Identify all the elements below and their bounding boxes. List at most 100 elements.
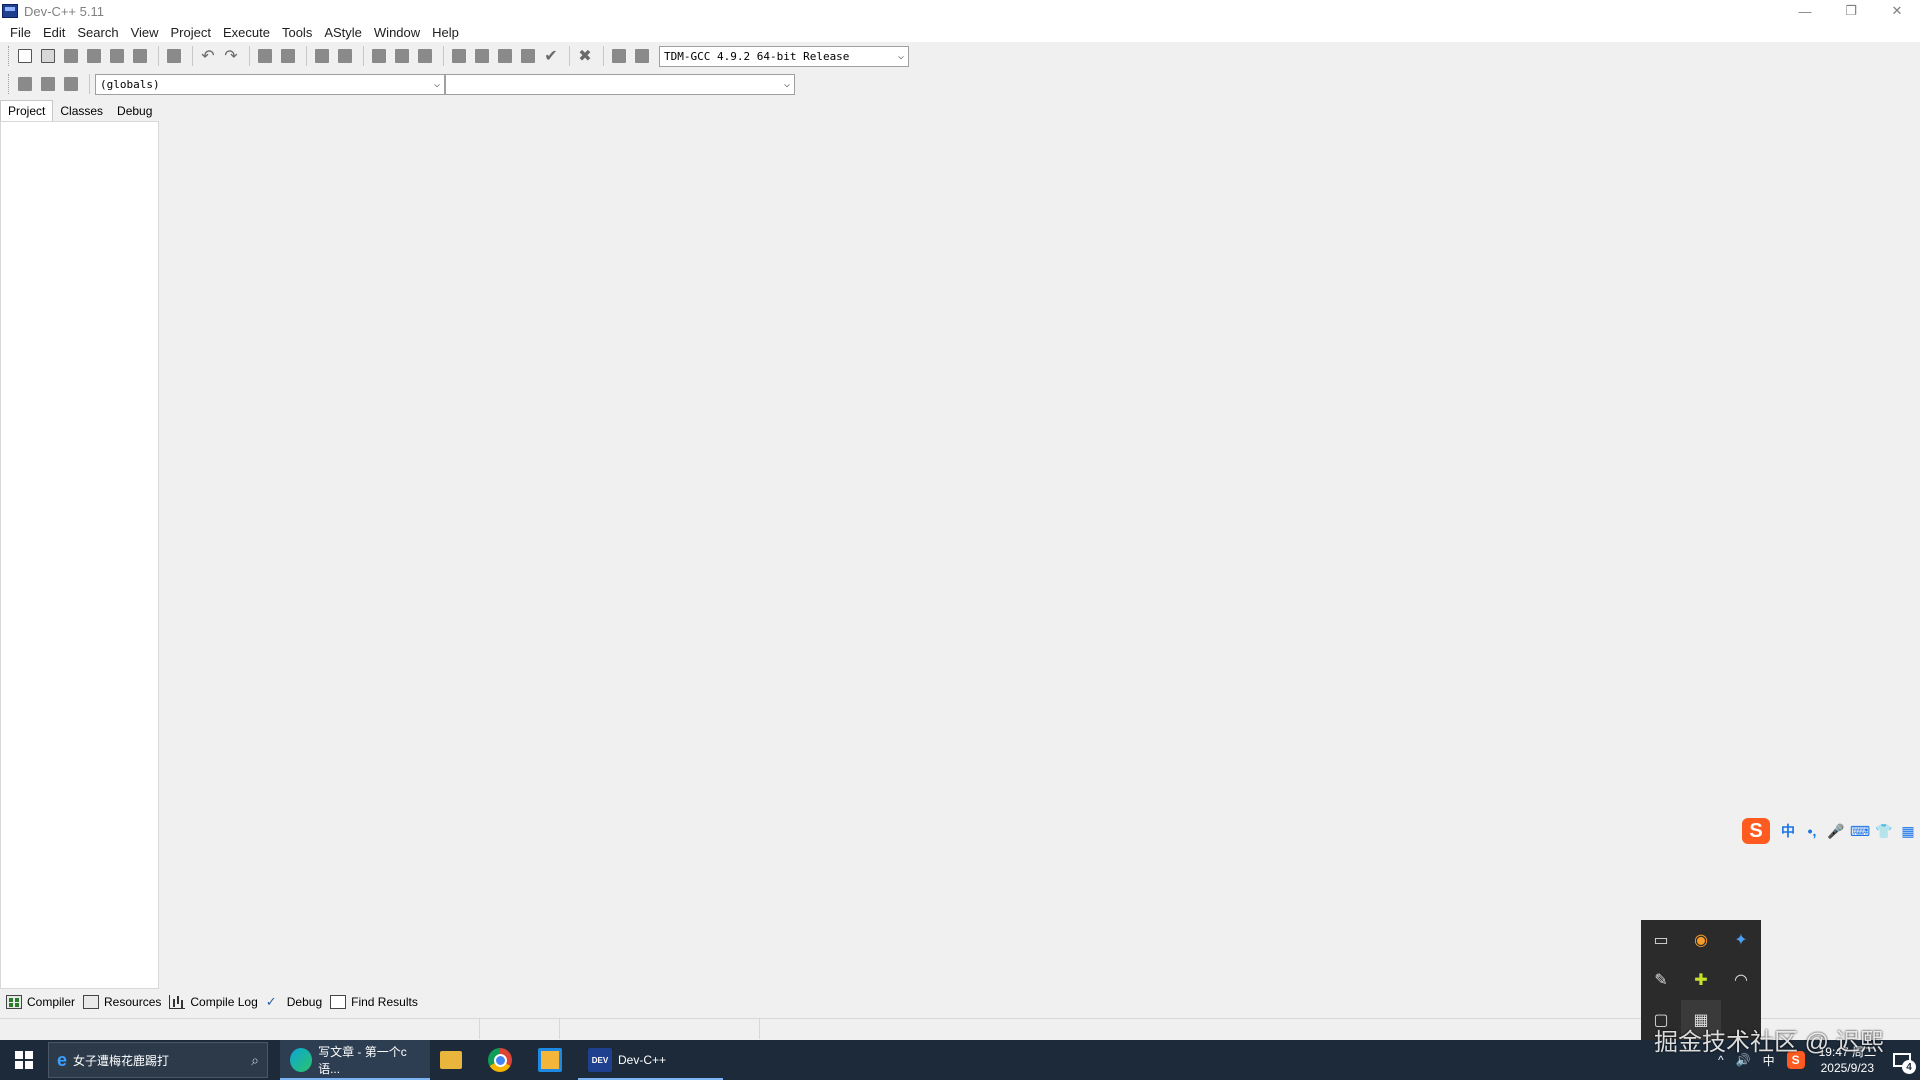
restore-button[interactable]: ❐ — [1828, 0, 1874, 22]
goto-bookmark-button[interactable] — [61, 74, 81, 94]
toolbar-separator — [363, 46, 364, 66]
menu-tools[interactable]: Tools — [276, 25, 318, 40]
save-all-button[interactable] — [84, 46, 104, 66]
status-cell — [560, 1019, 760, 1039]
menu-project[interactable]: Project — [165, 25, 217, 40]
stop-execution-icon[interactable]: ✖ — [575, 46, 595, 66]
globals-combo[interactable]: (globals) ⌵ — [95, 73, 445, 95]
redo-icon[interactable]: ↷ — [221, 46, 241, 66]
tab-classes[interactable]: Classes — [53, 101, 110, 121]
save-all-icon — [87, 49, 101, 63]
monitor-icon[interactable]: ▭ — [1641, 920, 1681, 960]
tab-compiler[interactable]: Compiler — [4, 995, 81, 1009]
rebuild-all-icon — [521, 49, 535, 63]
ime-punctuation-icon[interactable]: •, — [1800, 819, 1824, 843]
clock-date: 2025/9/23 — [1820, 1061, 1874, 1075]
fox-app-icon[interactable]: ◉ — [1681, 920, 1721, 960]
windows-logo-icon — [15, 1051, 33, 1069]
unindent-button[interactable] — [369, 46, 389, 66]
wifi-icon[interactable]: ◠ — [1721, 960, 1761, 1000]
close-button[interactable]: ✕ — [1874, 0, 1920, 22]
taskbar: e 女子遭梅花鹿踢打 ⌕ 写文章 - 第一个c语... DEV Dev-C++ … — [0, 1040, 1920, 1080]
ime-microphone-icon[interactable]: 🎤 — [1824, 819, 1848, 843]
menu-execute[interactable]: Execute — [217, 25, 276, 40]
start-button[interactable] — [0, 1040, 48, 1080]
tab-resources[interactable]: Resources — [81, 995, 167, 1009]
compile-run-button[interactable] — [495, 46, 515, 66]
class-toolbar: (globals) ⌵ ⌵ — [8, 72, 798, 96]
tab-compile-log[interactable]: Compile Log — [167, 995, 263, 1009]
menu-help[interactable]: Help — [426, 25, 465, 40]
menu-window[interactable]: Window — [368, 25, 426, 40]
find-next-button[interactable] — [312, 46, 332, 66]
close-all-icon — [133, 49, 147, 63]
profile-button[interactable] — [609, 46, 629, 66]
folder-icon — [440, 1051, 462, 1069]
menu-search[interactable]: Search — [71, 25, 124, 40]
new-file-icon — [18, 49, 32, 63]
comment-button[interactable] — [415, 46, 435, 66]
delete-profile-icon — [635, 49, 649, 63]
save-button[interactable] — [61, 46, 81, 66]
tab-debug-output-label: Debug — [286, 995, 323, 1009]
bluetooth-icon[interactable]: ✦ — [1721, 920, 1761, 960]
ime-toolbox-icon[interactable]: ▦ — [1896, 819, 1920, 843]
taskbar-chrome[interactable] — [478, 1040, 528, 1080]
tab-find-results[interactable]: Find Results — [328, 995, 424, 1009]
network-tool-icon[interactable]: ✎ — [1641, 960, 1681, 1000]
ime-keyboard-icon[interactable]: ⌨ — [1848, 819, 1872, 843]
tab-project[interactable]: Project — [0, 100, 54, 121]
toggle-bookmark-button[interactable] — [38, 74, 58, 94]
ime-language-toggle[interactable]: 中 — [1776, 819, 1800, 843]
save-icon — [64, 49, 78, 63]
chrome-icon — [488, 1048, 512, 1072]
resources-icon — [83, 995, 100, 1009]
menu-view[interactable]: View — [125, 25, 165, 40]
toolbar-separator — [89, 74, 90, 94]
menu-file[interactable]: File — [4, 25, 37, 40]
taskbar-devcpp[interactable]: DEV Dev-C++ — [578, 1040, 723, 1080]
toolbar-grip[interactable] — [8, 46, 11, 66]
print-button[interactable] — [164, 46, 184, 66]
syntax-check-icon[interactable]: ✔ — [541, 46, 561, 66]
run-button[interactable] — [472, 46, 492, 66]
compile-icon — [452, 49, 466, 63]
delete-profile-button[interactable] — [632, 46, 652, 66]
compile-run-icon — [498, 49, 512, 63]
replace-button[interactable] — [278, 46, 298, 66]
new-file-button[interactable] — [15, 46, 35, 66]
undo-icon[interactable]: ↶ — [198, 46, 218, 66]
comment-icon — [418, 49, 432, 63]
rebuild-all-button[interactable] — [518, 46, 538, 66]
minimize-button[interactable]: — — [1782, 0, 1828, 22]
menu-edit[interactable]: Edit — [37, 25, 71, 40]
compile-button[interactable] — [449, 46, 469, 66]
insert-button[interactable] — [15, 74, 35, 94]
window-title: Dev-C++ 5.11 — [24, 3, 104, 19]
close-all-button[interactable] — [130, 46, 150, 66]
taskbar-app[interactable] — [528, 1040, 578, 1080]
taskbar-search-box[interactable]: e 女子遭梅花鹿踢打 ⌕ — [48, 1042, 268, 1078]
green-app-icon[interactable]: ✚ — [1681, 960, 1721, 1000]
open-file-button[interactable] — [38, 46, 58, 66]
goto-line-button[interactable] — [335, 46, 355, 66]
tab-find-results-label: Find Results — [351, 995, 418, 1009]
tab-debug-output[interactable]: ✓ Debug — [264, 995, 328, 1010]
menu-astyle[interactable]: AStyle — [318, 25, 368, 40]
action-center-button[interactable]: 4 — [1884, 1040, 1920, 1080]
sogou-logo-icon[interactable]: S — [1742, 818, 1770, 844]
taskbar-file-explorer[interactable] — [430, 1040, 478, 1080]
tab-debug[interactable]: Debug — [110, 101, 159, 121]
indent-button[interactable] — [392, 46, 412, 66]
taskbar-edge-window[interactable]: 写文章 - 第一个c语... — [280, 1040, 430, 1080]
goto-bookmark-icon — [64, 77, 78, 91]
project-browser[interactable] — [0, 121, 159, 989]
ime-skin-icon[interactable]: 👕 — [1872, 819, 1896, 843]
toolbar-grip[interactable] — [8, 74, 11, 94]
member-combo[interactable]: ⌵ — [445, 73, 795, 95]
find-button[interactable] — [255, 46, 275, 66]
open-file-icon — [41, 49, 55, 63]
compiler-select[interactable]: TDM-GCC 4.9.2 64-bit Release ⌵ — [659, 45, 909, 67]
run-icon — [475, 49, 489, 63]
close-file-button[interactable] — [107, 46, 127, 66]
